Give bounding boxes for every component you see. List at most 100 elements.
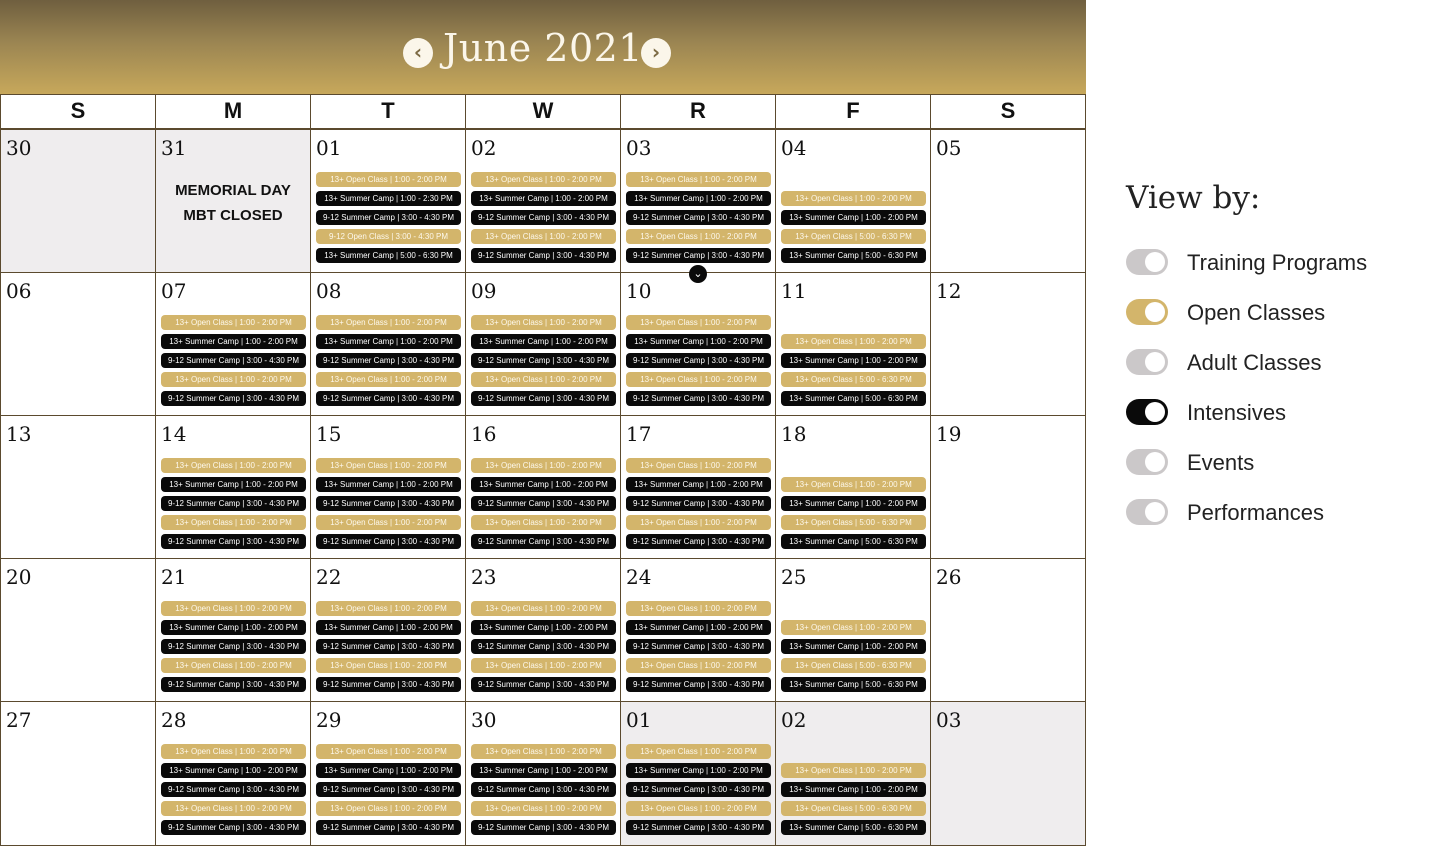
open-class-event[interactable]: 13+ Open Class | 1:00 - 2:00 PM (781, 191, 926, 206)
day-cell[interactable]: 26 (930, 559, 1086, 702)
day-cell[interactable]: 01 13+ Open Class | 1:00 - 2:00 PM 13+ Sum… (620, 702, 775, 846)
open-class-event[interactable]: 13+ Open Class | 1:00 - 2:00 PM (471, 458, 616, 473)
open-class-event[interactable]: 13+ Open Class | 1:00 - 2:00 PM (471, 801, 616, 816)
intensive-event[interactable]: 13+ Summer Camp | 1:00 - 2:00 PM (471, 477, 616, 492)
intensive-event[interactable]: 13+ Summer Camp | 1:00 - 2:00 PM (471, 620, 616, 635)
day-cell[interactable]: 21 13+ Open Class | 1:00 - 2:00 PM 13+ Sum… (155, 559, 310, 702)
open-class-event[interactable]: 13+ Open Class | 1:00 - 2:00 PM (316, 801, 461, 816)
intensive-event[interactable]: 9-12 Summer Camp | 3:00 - 4:30 PM (471, 534, 616, 549)
intensive-event[interactable]: 9-12 Summer Camp | 3:00 - 4:30 PM (626, 353, 771, 368)
open-class-event[interactable]: 13+ Open Class | 1:00 - 2:00 PM (316, 172, 461, 187)
intensive-event[interactable]: 9-12 Summer Camp | 3:00 - 4:30 PM (471, 496, 616, 511)
intensive-event[interactable]: 13+ Summer Camp | 1:00 - 2:00 PM (471, 334, 616, 349)
open-class-event[interactable]: 13+ Open Class | 1:00 - 2:00 PM (471, 172, 616, 187)
open-class-event[interactable]: 13+ Open Class | 1:00 - 2:00 PM (781, 620, 926, 635)
open-class-event[interactable]: 13+ Open Class | 1:00 - 2:00 PM (316, 744, 461, 759)
open-class-event[interactable]: 13+ Open Class | 1:00 - 2:00 PM (471, 744, 616, 759)
intensive-event[interactable]: 13+ Summer Camp | 1:00 - 2:00 PM (471, 763, 616, 778)
open-class-event[interactable]: 13+ Open Class | 1:00 - 2:00 PM (626, 315, 771, 330)
open-class-event[interactable]: 13+ Open Class | 5:00 - 6:30 PM (781, 372, 926, 387)
open-class-event[interactable]: 13+ Open Class | 1:00 - 2:00 PM (626, 801, 771, 816)
toggle-switch[interactable] (1126, 399, 1168, 425)
day-cell[interactable]: 28 13+ Open Class | 1:00 - 2:00 PM 13+ Sum… (155, 702, 310, 846)
toggle-switch[interactable] (1126, 249, 1168, 275)
open-class-event[interactable]: 13+ Open Class | 1:00 - 2:00 PM (626, 658, 771, 673)
filter-performances[interactable]: Performances (1126, 497, 1426, 527)
intensive-event[interactable]: 9-12 Summer Camp | 3:00 - 4:30 PM (626, 210, 771, 225)
toggle-switch[interactable] (1126, 449, 1168, 475)
intensive-event[interactable]: 13+ Summer Camp | 5:00 - 6:30 PM (316, 248, 461, 263)
intensive-event[interactable]: 9-12 Summer Camp | 3:00 - 4:30 PM (626, 496, 771, 511)
intensive-event[interactable]: 13+ Summer Camp | 1:00 - 2:00 PM (626, 334, 771, 349)
day-cell[interactable]: 19 (930, 416, 1086, 559)
intensive-event[interactable]: 13+ Summer Camp | 1:00 - 2:00 PM (161, 477, 306, 492)
intensive-event[interactable]: 9-12 Summer Camp | 3:00 - 4:30 PM (626, 248, 771, 263)
intensive-event[interactable]: 13+ Summer Camp | 1:00 - 2:00 PM (626, 191, 771, 206)
day-cell[interactable]: 02 13+ Open Class | 1:00 - 2:00 PM 13+ Sum… (775, 702, 930, 846)
intensive-event[interactable]: 9-12 Summer Camp | 3:00 - 4:30 PM (161, 782, 306, 797)
intensive-event[interactable]: 9-12 Summer Camp | 3:00 - 4:30 PM (161, 534, 306, 549)
open-class-event[interactable]: 13+ Open Class | 1:00 - 2:00 PM (626, 744, 771, 759)
intensive-event[interactable]: 13+ Summer Camp | 1:00 - 2:00 PM (161, 334, 306, 349)
day-cell[interactable]: 20 (0, 559, 155, 702)
intensive-event[interactable]: 9-12 Summer Camp | 3:00 - 4:30 PM (626, 782, 771, 797)
open-class-event[interactable]: 13+ Open Class | 1:00 - 2:00 PM (161, 801, 306, 816)
open-class-event[interactable]: 13+ Open Class | 1:00 - 2:00 PM (161, 744, 306, 759)
intensive-event[interactable]: 13+ Summer Camp | 1:00 - 2:00 PM (316, 620, 461, 635)
day-cell[interactable]: 10 13+ Open Class | 1:00 - 2:00 PM 13+ Sum… (620, 273, 775, 416)
intensive-event[interactable]: 9-12 Summer Camp | 3:00 - 4:30 PM (316, 782, 461, 797)
open-class-event[interactable]: 13+ Open Class | 1:00 - 2:00 PM (471, 372, 616, 387)
intensive-event[interactable]: 9-12 Summer Camp | 3:00 - 4:30 PM (471, 210, 616, 225)
intensive-event[interactable]: 13+ Summer Camp | 5:00 - 6:30 PM (781, 534, 926, 549)
filter-events[interactable]: Events (1126, 447, 1426, 477)
open-class-event[interactable]: 13+ Open Class | 1:00 - 2:00 PM (471, 601, 616, 616)
intensive-event[interactable]: 9-12 Summer Camp | 3:00 - 4:30 PM (471, 782, 616, 797)
open-class-event[interactable]: 13+ Open Class | 5:00 - 6:30 PM (781, 801, 926, 816)
intensive-event[interactable]: 13+ Summer Camp | 5:00 - 6:30 PM (781, 391, 926, 406)
intensive-event[interactable]: 9-12 Summer Camp | 3:00 - 4:30 PM (626, 820, 771, 835)
open-class-event[interactable]: 13+ Open Class | 1:00 - 2:00 PM (316, 458, 461, 473)
open-class-event[interactable]: 9-12 Open Class | 3:00 - 4:30 PM (316, 229, 461, 244)
intensive-event[interactable]: 9-12 Summer Camp | 3:00 - 4:30 PM (471, 677, 616, 692)
intensive-event[interactable]: 9-12 Summer Camp | 3:00 - 4:30 PM (471, 391, 616, 406)
intensive-event[interactable]: 9-12 Summer Camp | 3:00 - 4:30 PM (316, 639, 461, 654)
day-cell[interactable]: 23 13+ Open Class | 1:00 - 2:00 PM 13+ Sum… (465, 559, 620, 702)
day-cell[interactable]: 22 13+ Open Class | 1:00 - 2:00 PM 13+ Sum… (310, 559, 465, 702)
intensive-event[interactable]: 9-12 Summer Camp | 3:00 - 4:30 PM (161, 639, 306, 654)
toggle-switch[interactable] (1126, 299, 1168, 325)
intensive-event[interactable]: 13+ Summer Camp | 1:00 - 2:00 PM (626, 477, 771, 492)
open-class-event[interactable]: 13+ Open Class | 1:00 - 2:00 PM (316, 658, 461, 673)
intensive-event[interactable]: 9-12 Summer Camp | 3:00 - 4:30 PM (161, 353, 306, 368)
intensive-event[interactable]: 13+ Summer Camp | 1:00 - 2:00 PM (781, 496, 926, 511)
intensive-event[interactable]: 13+ Summer Camp | 5:00 - 6:30 PM (781, 677, 926, 692)
intensive-event[interactable]: 13+ Summer Camp | 5:00 - 6:30 PM (781, 248, 926, 263)
intensive-event[interactable]: 13+ Summer Camp | 1:00 - 2:00 PM (471, 191, 616, 206)
day-cell[interactable]: 15 13+ Open Class | 1:00 - 2:00 PM 13+ Sum… (310, 416, 465, 559)
intensive-event[interactable]: 9-12 Summer Camp | 3:00 - 4:30 PM (316, 391, 461, 406)
open-class-event[interactable]: 13+ Open Class | 1:00 - 2:00 PM (626, 515, 771, 530)
intensive-event[interactable]: 9-12 Summer Camp | 3:00 - 4:30 PM (161, 496, 306, 511)
day-cell[interactable]: 24 13+ Open Class | 1:00 - 2:00 PM 13+ Sum… (620, 559, 775, 702)
day-cell[interactable]: 14 13+ Open Class | 1:00 - 2:00 PM 13+ Sum… (155, 416, 310, 559)
intensive-event[interactable]: 9-12 Summer Camp | 3:00 - 4:30 PM (316, 496, 461, 511)
open-class-event[interactable]: 13+ Open Class | 1:00 - 2:00 PM (471, 315, 616, 330)
day-cell[interactable]: 06 (0, 273, 155, 416)
toggle-switch[interactable] (1126, 349, 1168, 375)
day-cell[interactable]: 13 (0, 416, 155, 559)
intensive-event[interactable]: 9-12 Summer Camp | 3:00 - 4:30 PM (316, 353, 461, 368)
expand-day-chevron-icon[interactable]: ⌄ (689, 265, 707, 283)
day-cell[interactable]: 12 (930, 273, 1086, 416)
open-class-event[interactable]: 13+ Open Class | 1:00 - 2:00 PM (471, 658, 616, 673)
open-class-event[interactable]: 13+ Open Class | 1:00 - 2:00 PM (161, 601, 306, 616)
day-cell[interactable]: 09 13+ Open Class | 1:00 - 2:00 PM 13+ Sum… (465, 273, 620, 416)
day-cell[interactable]: 25 13+ Open Class | 1:00 - 2:00 PM 13+ Sum… (775, 559, 930, 702)
day-cell[interactable]: 31 MEMORIAL DAY MBT CLOSED (155, 130, 310, 273)
open-class-event[interactable]: 13+ Open Class | 1:00 - 2:00 PM (316, 601, 461, 616)
day-cell[interactable]: 04 13+ Open Class | 1:00 - 2:00 PM 13+ Sum… (775, 130, 930, 273)
open-class-event[interactable]: 13+ Open Class | 1:00 - 2:00 PM (316, 515, 461, 530)
open-class-event[interactable]: 13+ Open Class | 1:00 - 2:00 PM (316, 372, 461, 387)
open-class-event[interactable]: 13+ Open Class | 1:00 - 2:00 PM (161, 458, 306, 473)
open-class-event[interactable]: 13+ Open Class | 1:00 - 2:00 PM (626, 601, 771, 616)
open-class-event[interactable]: 13+ Open Class | 1:00 - 2:00 PM (781, 334, 926, 349)
day-cell[interactable]: 30 13+ Open Class | 1:00 - 2:00 PM 13+ Sum… (465, 702, 620, 846)
